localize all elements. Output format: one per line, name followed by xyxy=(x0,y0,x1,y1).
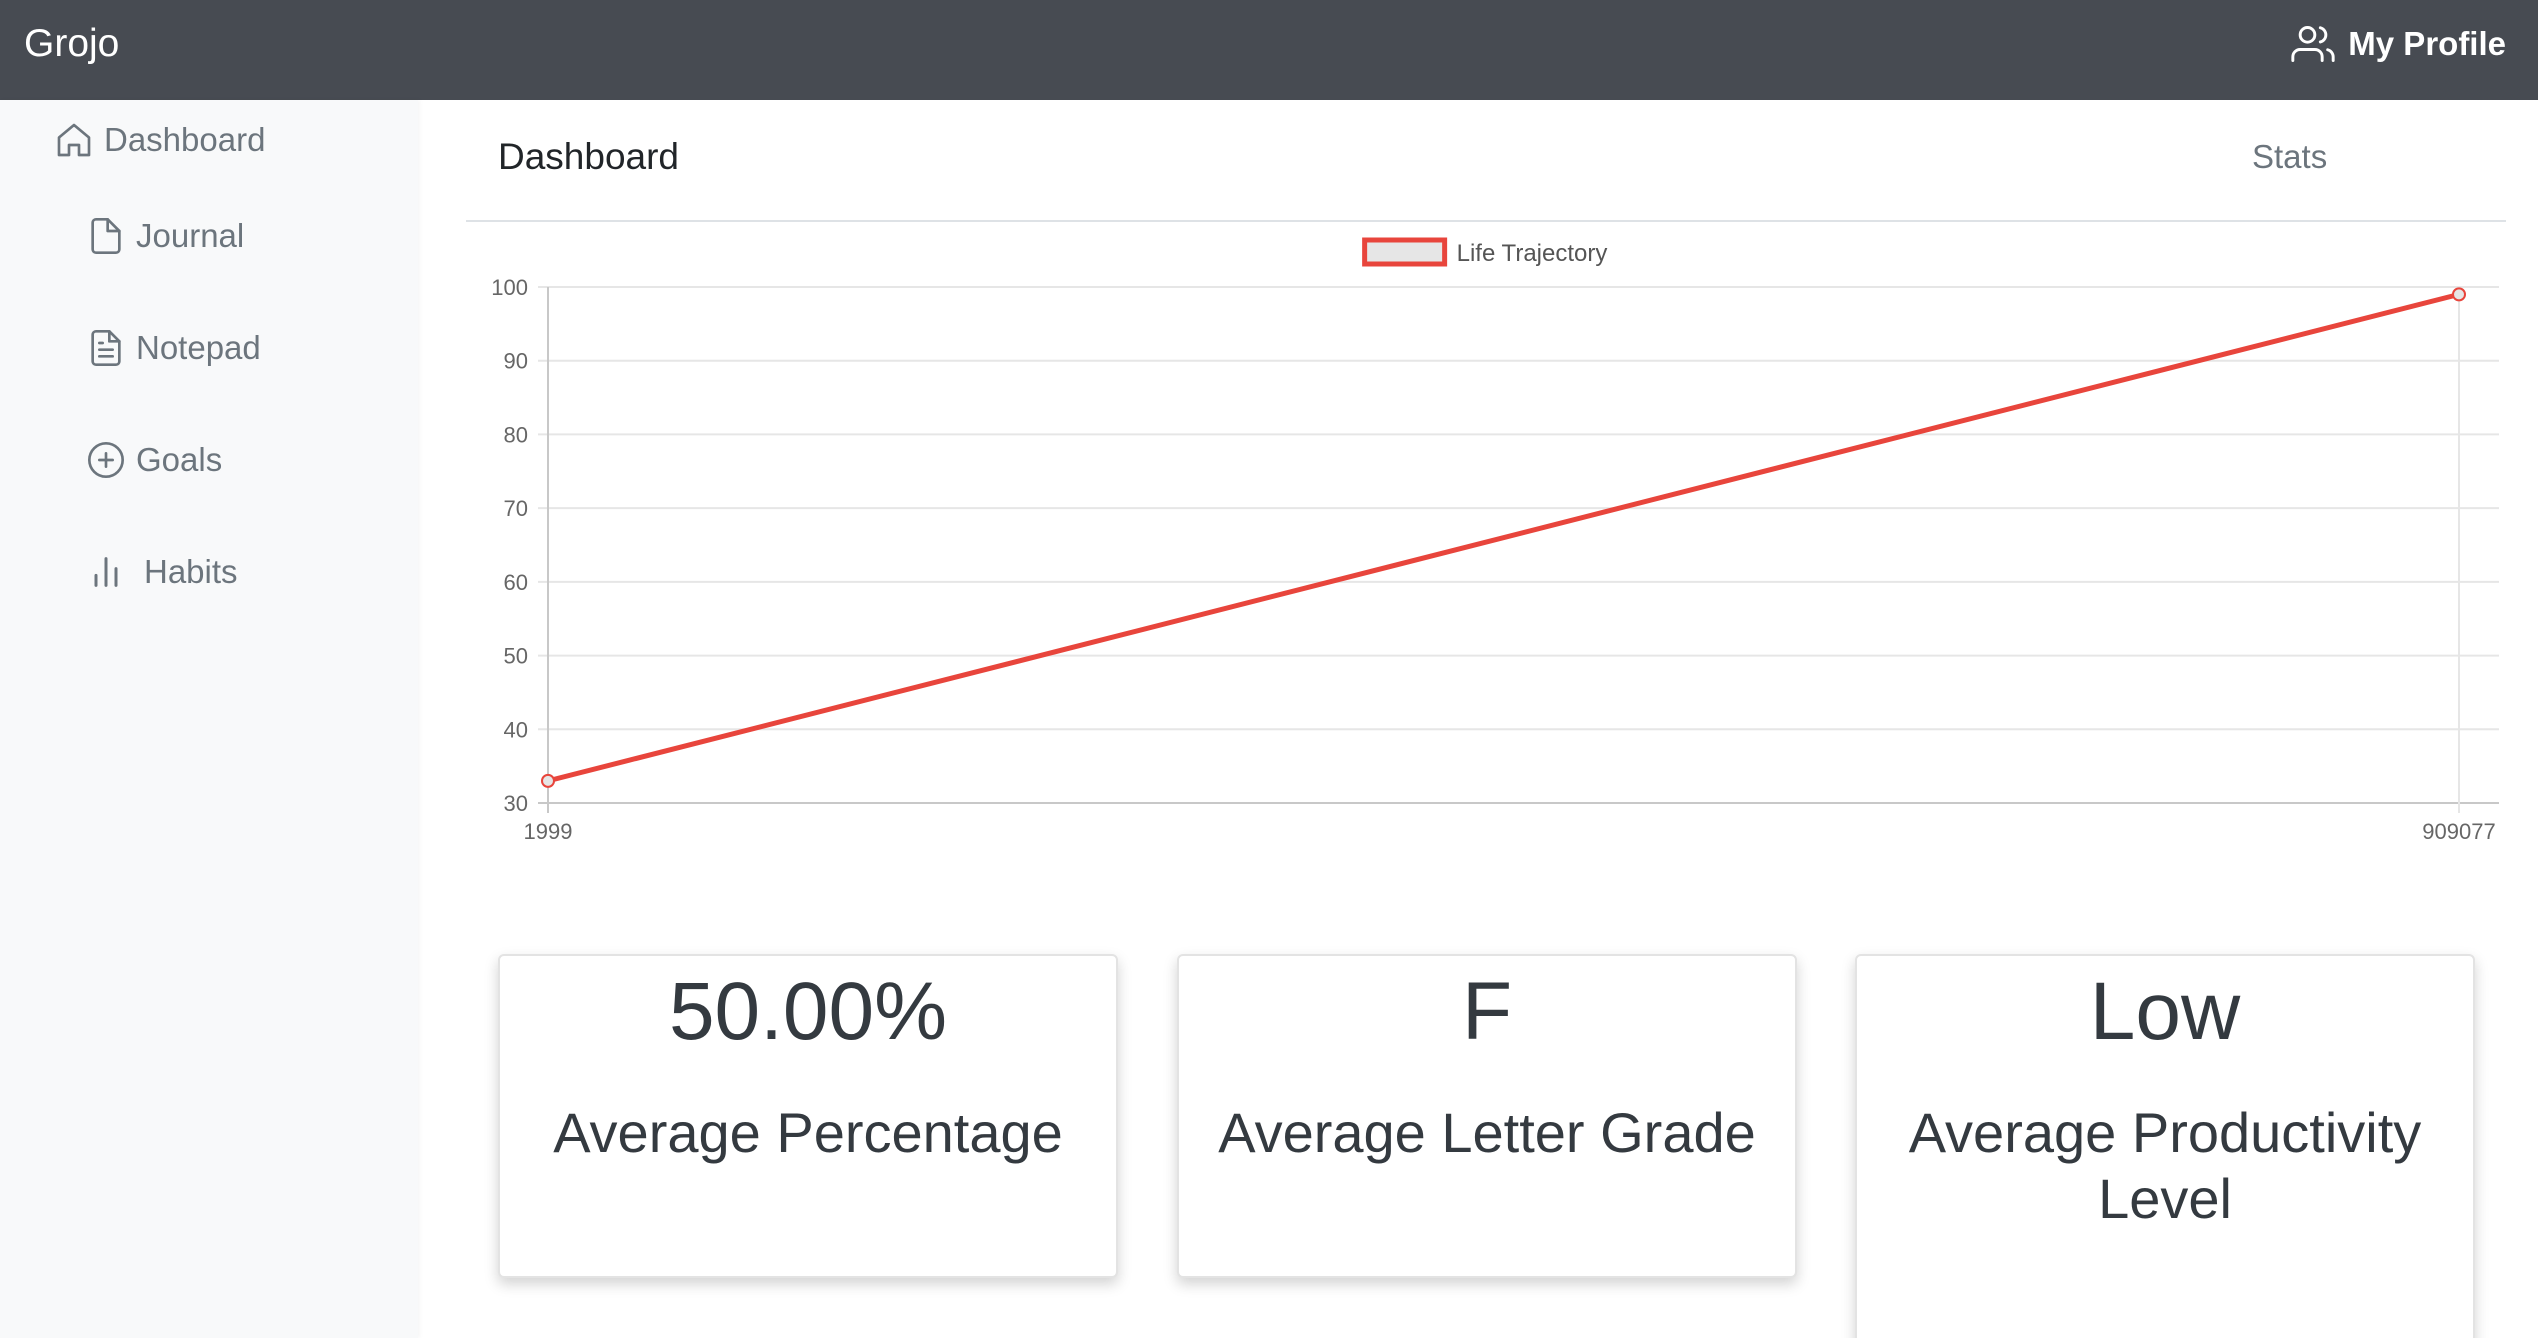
sidebar-item-label: Goals xyxy=(136,441,223,478)
card-value: Low xyxy=(2089,966,2241,1057)
y-tick-label: 50 xyxy=(504,644,528,669)
my-profile-label: My Profile xyxy=(2348,25,2506,62)
home-icon xyxy=(57,123,91,157)
file-text-icon xyxy=(91,330,121,366)
sidebar: Dashboard Journal Notepad Goals Habits xyxy=(0,100,418,1338)
y-tick-label: 30 xyxy=(504,791,528,816)
card-label: Average Productivity Level xyxy=(1908,1101,2422,1230)
sidebar-item-label: Journal xyxy=(136,217,245,254)
average-percentage-card: 50.00% Average Percentage xyxy=(498,954,1118,1278)
data-point xyxy=(2452,287,2466,302)
data-point xyxy=(541,773,555,788)
tab-dashboard[interactable]: Dashboard xyxy=(498,136,679,178)
brand-logo[interactable]: Grojo xyxy=(24,20,119,68)
y-tick-label: 70 xyxy=(504,496,528,521)
card-label: Average Letter Grade xyxy=(1218,1101,1756,1164)
card-value: 50.00% xyxy=(668,966,948,1057)
legend-swatch xyxy=(1362,237,1448,267)
top-navbar: Grojo My Profile xyxy=(0,0,2538,100)
sidebar-item-goals[interactable]: Goals xyxy=(86,440,222,480)
tab-stats[interactable]: Stats xyxy=(2252,138,2327,176)
sidebar-item-label: Dashboard xyxy=(104,121,266,158)
y-tick-label: 90 xyxy=(504,349,528,374)
x-tick-label: 1999 xyxy=(524,819,573,844)
x-tick-label: 909077 xyxy=(2422,819,2495,844)
average-letter-grade-card: F Average Letter Grade xyxy=(1177,954,1797,1278)
file-icon xyxy=(91,218,121,255)
plus-circle-icon xyxy=(88,442,124,478)
legend-label: Life Trajectory xyxy=(1457,240,1608,267)
series-line xyxy=(547,291,2460,784)
my-profile-link[interactable]: My Profile xyxy=(2288,20,2506,68)
average-productivity-level-card: Low Average Productivity Level xyxy=(1855,954,2475,1338)
sidebar-item-label: Habits xyxy=(144,553,238,590)
sidebar-item-notepad[interactable]: Notepad xyxy=(86,328,261,368)
sidebar-item-dashboard[interactable]: Dashboard xyxy=(54,120,265,160)
y-tick-label: 60 xyxy=(504,570,528,595)
users-icon xyxy=(2291,26,2335,62)
bar-chart-icon xyxy=(94,557,118,587)
sidebar-item-journal[interactable]: Journal xyxy=(86,216,244,256)
life-trajectory-chart: 30 40 50 60 70 80 90 100 1999 909077 Life Trajecto… xyxy=(466,224,2506,864)
dashboard-tab-row: Dashboard Stats xyxy=(466,118,2506,222)
y-tick-label: 40 xyxy=(504,717,528,742)
card-label: Average Percentage xyxy=(553,1101,1063,1164)
line-chart-svg: 30 40 50 60 70 80 90 100 1999 909077 Life Trajecto… xyxy=(491,237,2499,844)
card-value: F xyxy=(1461,966,1513,1057)
sidebar-item-habits[interactable]: Habits xyxy=(86,552,238,592)
y-tick-label: 100 xyxy=(491,275,528,300)
sidebar-item-label: Notepad xyxy=(136,329,261,366)
y-tick-label: 80 xyxy=(504,422,528,447)
